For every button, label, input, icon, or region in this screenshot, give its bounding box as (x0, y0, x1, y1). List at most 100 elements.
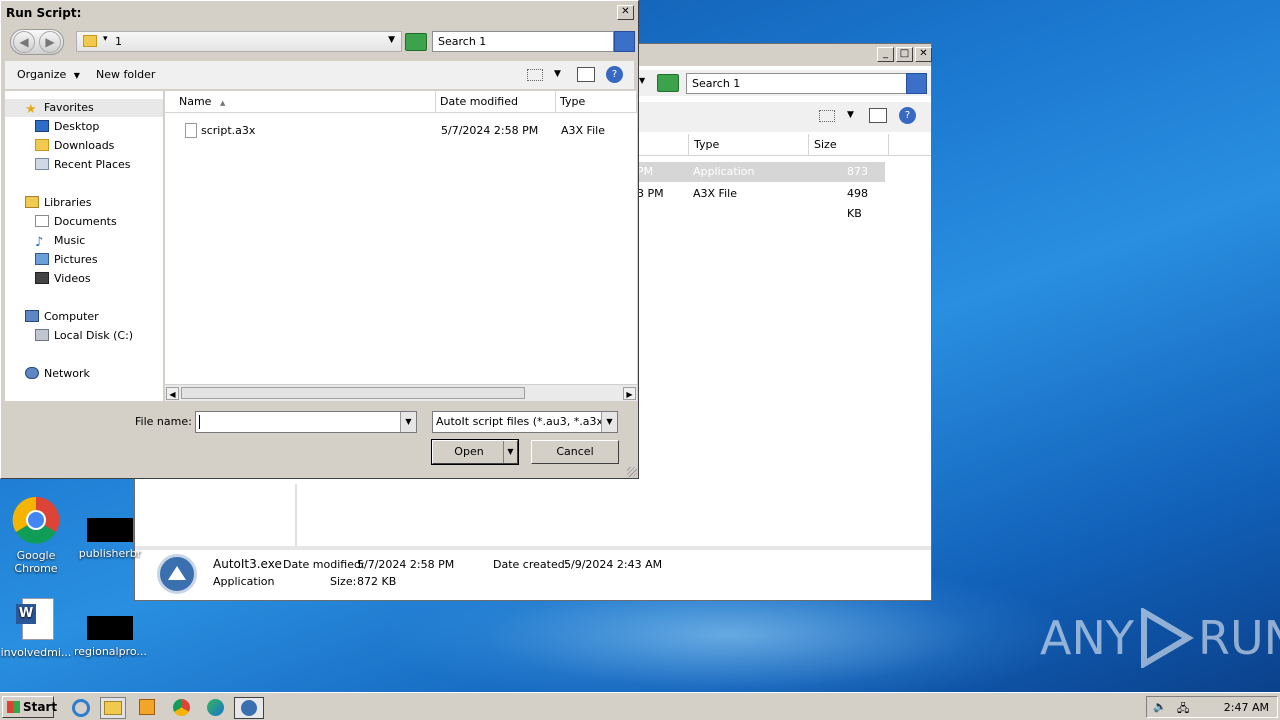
refresh-icon[interactable] (657, 74, 679, 92)
start-button[interactable]: Start (2, 696, 58, 718)
sidebar-item-local-disk[interactable]: Local Disk (C:) (35, 327, 133, 345)
sidebar-item-pictures[interactable]: Pictures (35, 251, 98, 269)
sidebar-item-documents[interactable]: Documents (35, 213, 117, 231)
search-input[interactable]: Search 1 (432, 31, 614, 52)
details-size-label: Size: (330, 575, 357, 588)
close-icon[interactable]: ✕ (617, 5, 634, 20)
network-icon (25, 367, 39, 379)
dialog-navigation-bar: ◀ ▶ ▾ 1 ▼ Search 1 (2, 26, 637, 59)
search-icon[interactable] (906, 73, 927, 94)
breadcrumb-arrow-icon[interactable]: ▾ (103, 34, 108, 44)
help-icon[interactable]: ? (606, 66, 623, 83)
sidebar-item-recent-places[interactable]: Recent Places (35, 156, 131, 174)
autoit-icon[interactable] (234, 697, 264, 719)
bg-row-type: A3X File (693, 187, 737, 200)
explorer-icon[interactable] (100, 697, 126, 719)
sidebar-item-computer[interactable]: Computer (25, 308, 99, 326)
search-icon[interactable] (614, 31, 635, 52)
open-split-arrow-icon[interactable]: ▼ (503, 441, 517, 463)
bg-col-type[interactable]: Type (688, 134, 808, 156)
horizontal-scrollbar[interactable]: ◀ ▶ (165, 384, 637, 401)
anyrun-watermark: ANY RUN (1040, 608, 1280, 668)
bg-search-input[interactable]: Search 1 (686, 73, 908, 94)
bg-caption-buttons: _ □ ✕ (877, 47, 932, 62)
sidebar-item-network[interactable]: Network (25, 365, 90, 383)
view-dropdown-icon[interactable]: ▼ (554, 69, 561, 79)
sidebar-item-label: Recent Places (54, 158, 131, 171)
clock[interactable]: 2:47 AM (1224, 701, 1269, 714)
new-folder-button[interactable]: New folder (96, 68, 155, 81)
file-type-dropdown-icon[interactable]: ▼ (601, 412, 617, 432)
sidebar-item-libraries[interactable]: Libraries (25, 194, 92, 212)
desktop-icon-publisher[interactable]: publisherbr (74, 518, 146, 560)
address-bar[interactable]: ▾ 1 ▼ (76, 31, 402, 52)
sidebar-item-desktop[interactable]: Desktop (35, 118, 99, 136)
file-name-input[interactable]: ▼ (195, 411, 417, 433)
forward-arrow-icon[interactable]: ▶ (39, 31, 61, 53)
preview-pane-icon[interactable] (869, 108, 887, 123)
sidebar-item-favorites[interactable]: ★ Favorites (5, 99, 163, 117)
file-name-dropdown-icon[interactable]: ▼ (400, 412, 416, 432)
maximize-icon[interactable]: □ (896, 47, 913, 62)
details-file-name: AutoIt3.exe (213, 557, 282, 571)
autoit-icon (157, 554, 197, 594)
scroll-left-icon[interactable]: ◀ (166, 387, 179, 400)
pictures-icon (35, 253, 49, 265)
edge-icon[interactable] (202, 697, 228, 719)
view-icon[interactable] (527, 69, 543, 81)
dropdown-arrow-icon[interactable]: ▼ (639, 76, 645, 85)
view-dropdown-icon[interactable]: ▼ (847, 110, 854, 120)
address-dropdown-icon[interactable]: ▼ (388, 35, 395, 45)
bg-pane-divider[interactable] (295, 484, 297, 546)
sidebar-item-downloads[interactable]: Downloads (35, 137, 114, 155)
desktop-icon-label: involvedmi... (0, 646, 72, 659)
bg-col-size[interactable]: Size (808, 134, 888, 156)
open-button-label: Open (454, 445, 484, 458)
desktop-icon-word-doc[interactable]: W involvedmi... (0, 598, 72, 659)
scrollbar-thumb[interactable] (181, 387, 525, 399)
libraries-icon (25, 196, 39, 208)
details-size-value: 872 KB (357, 575, 397, 588)
scroll-right-icon[interactable]: ▶ (623, 387, 636, 400)
back-arrow-icon[interactable]: ◀ (13, 31, 35, 53)
desktop-icon-regional[interactable]: regionalpro... (74, 616, 147, 658)
start-label: Start (23, 700, 58, 714)
column-date-modified[interactable]: Date modified (436, 91, 556, 113)
close-icon[interactable]: ✕ (915, 47, 932, 62)
organize-button[interactable]: Organize ▼ (17, 68, 80, 81)
help-icon[interactable]: ? (899, 107, 916, 124)
run-script-dialog[interactable]: Run Script: ✕ ◀ ▶ ▾ 1 ▼ Search 1 Organiz… (0, 0, 639, 479)
refresh-icon[interactable] (405, 33, 427, 51)
network-status-icon[interactable]: 🖧 (1177, 700, 1191, 715)
file-list-pane[interactable]: Name ▲ Date modified Type script.a3x 5/7… (165, 91, 637, 401)
taskbar: Start 🔈 🖧 2:47 AM (0, 692, 1280, 720)
sidebar-item-videos[interactable]: Videos (35, 270, 91, 288)
dialog-titlebar[interactable]: Run Script: ✕ (1, 1, 638, 25)
bg-col-extra[interactable] (888, 134, 928, 156)
details-pane: AutoIt3.exe Application Date modified: 5… (135, 546, 931, 600)
desktop-icon-chrome[interactable]: Google Chrome (0, 496, 72, 575)
column-name[interactable]: Name ▲ (165, 91, 436, 113)
computer-icon (25, 310, 39, 322)
bg-row-type: Application (693, 165, 755, 178)
view-icon[interactable] (819, 110, 835, 122)
media-player-icon[interactable] (134, 697, 160, 719)
internet-explorer-icon[interactable] (68, 697, 94, 719)
file-type-select[interactable]: AutoIt script files (*.au3, *.a3x) ▼ (432, 411, 618, 433)
volume-icon[interactable]: 🔈 (1153, 700, 1167, 714)
chrome-icon[interactable] (168, 697, 194, 719)
sidebar-item-label: Network (44, 367, 90, 380)
breadcrumb[interactable]: 1 (115, 35, 122, 48)
list-item[interactable]: script.a3x 5/7/2024 2:58 PM A3X File (165, 121, 637, 141)
open-button[interactable]: Open ▼ (431, 439, 519, 465)
column-type[interactable]: Type (556, 91, 637, 113)
resize-grip[interactable] (627, 467, 637, 477)
system-tray: 🔈 🖧 2:47 AM (1146, 696, 1278, 718)
table-row[interactable]: PM Application 873 KB (635, 162, 885, 198)
details-modified-value: 5/7/2024 2:58 PM (357, 558, 455, 571)
table-row[interactable]: 3 PM A3X File 498 KB (635, 184, 885, 220)
minimize-icon[interactable]: _ (877, 47, 894, 62)
preview-pane-icon[interactable] (577, 67, 595, 82)
cancel-button[interactable]: Cancel (531, 440, 619, 464)
sidebar-item-music[interactable]: ♪ Music (35, 232, 85, 250)
